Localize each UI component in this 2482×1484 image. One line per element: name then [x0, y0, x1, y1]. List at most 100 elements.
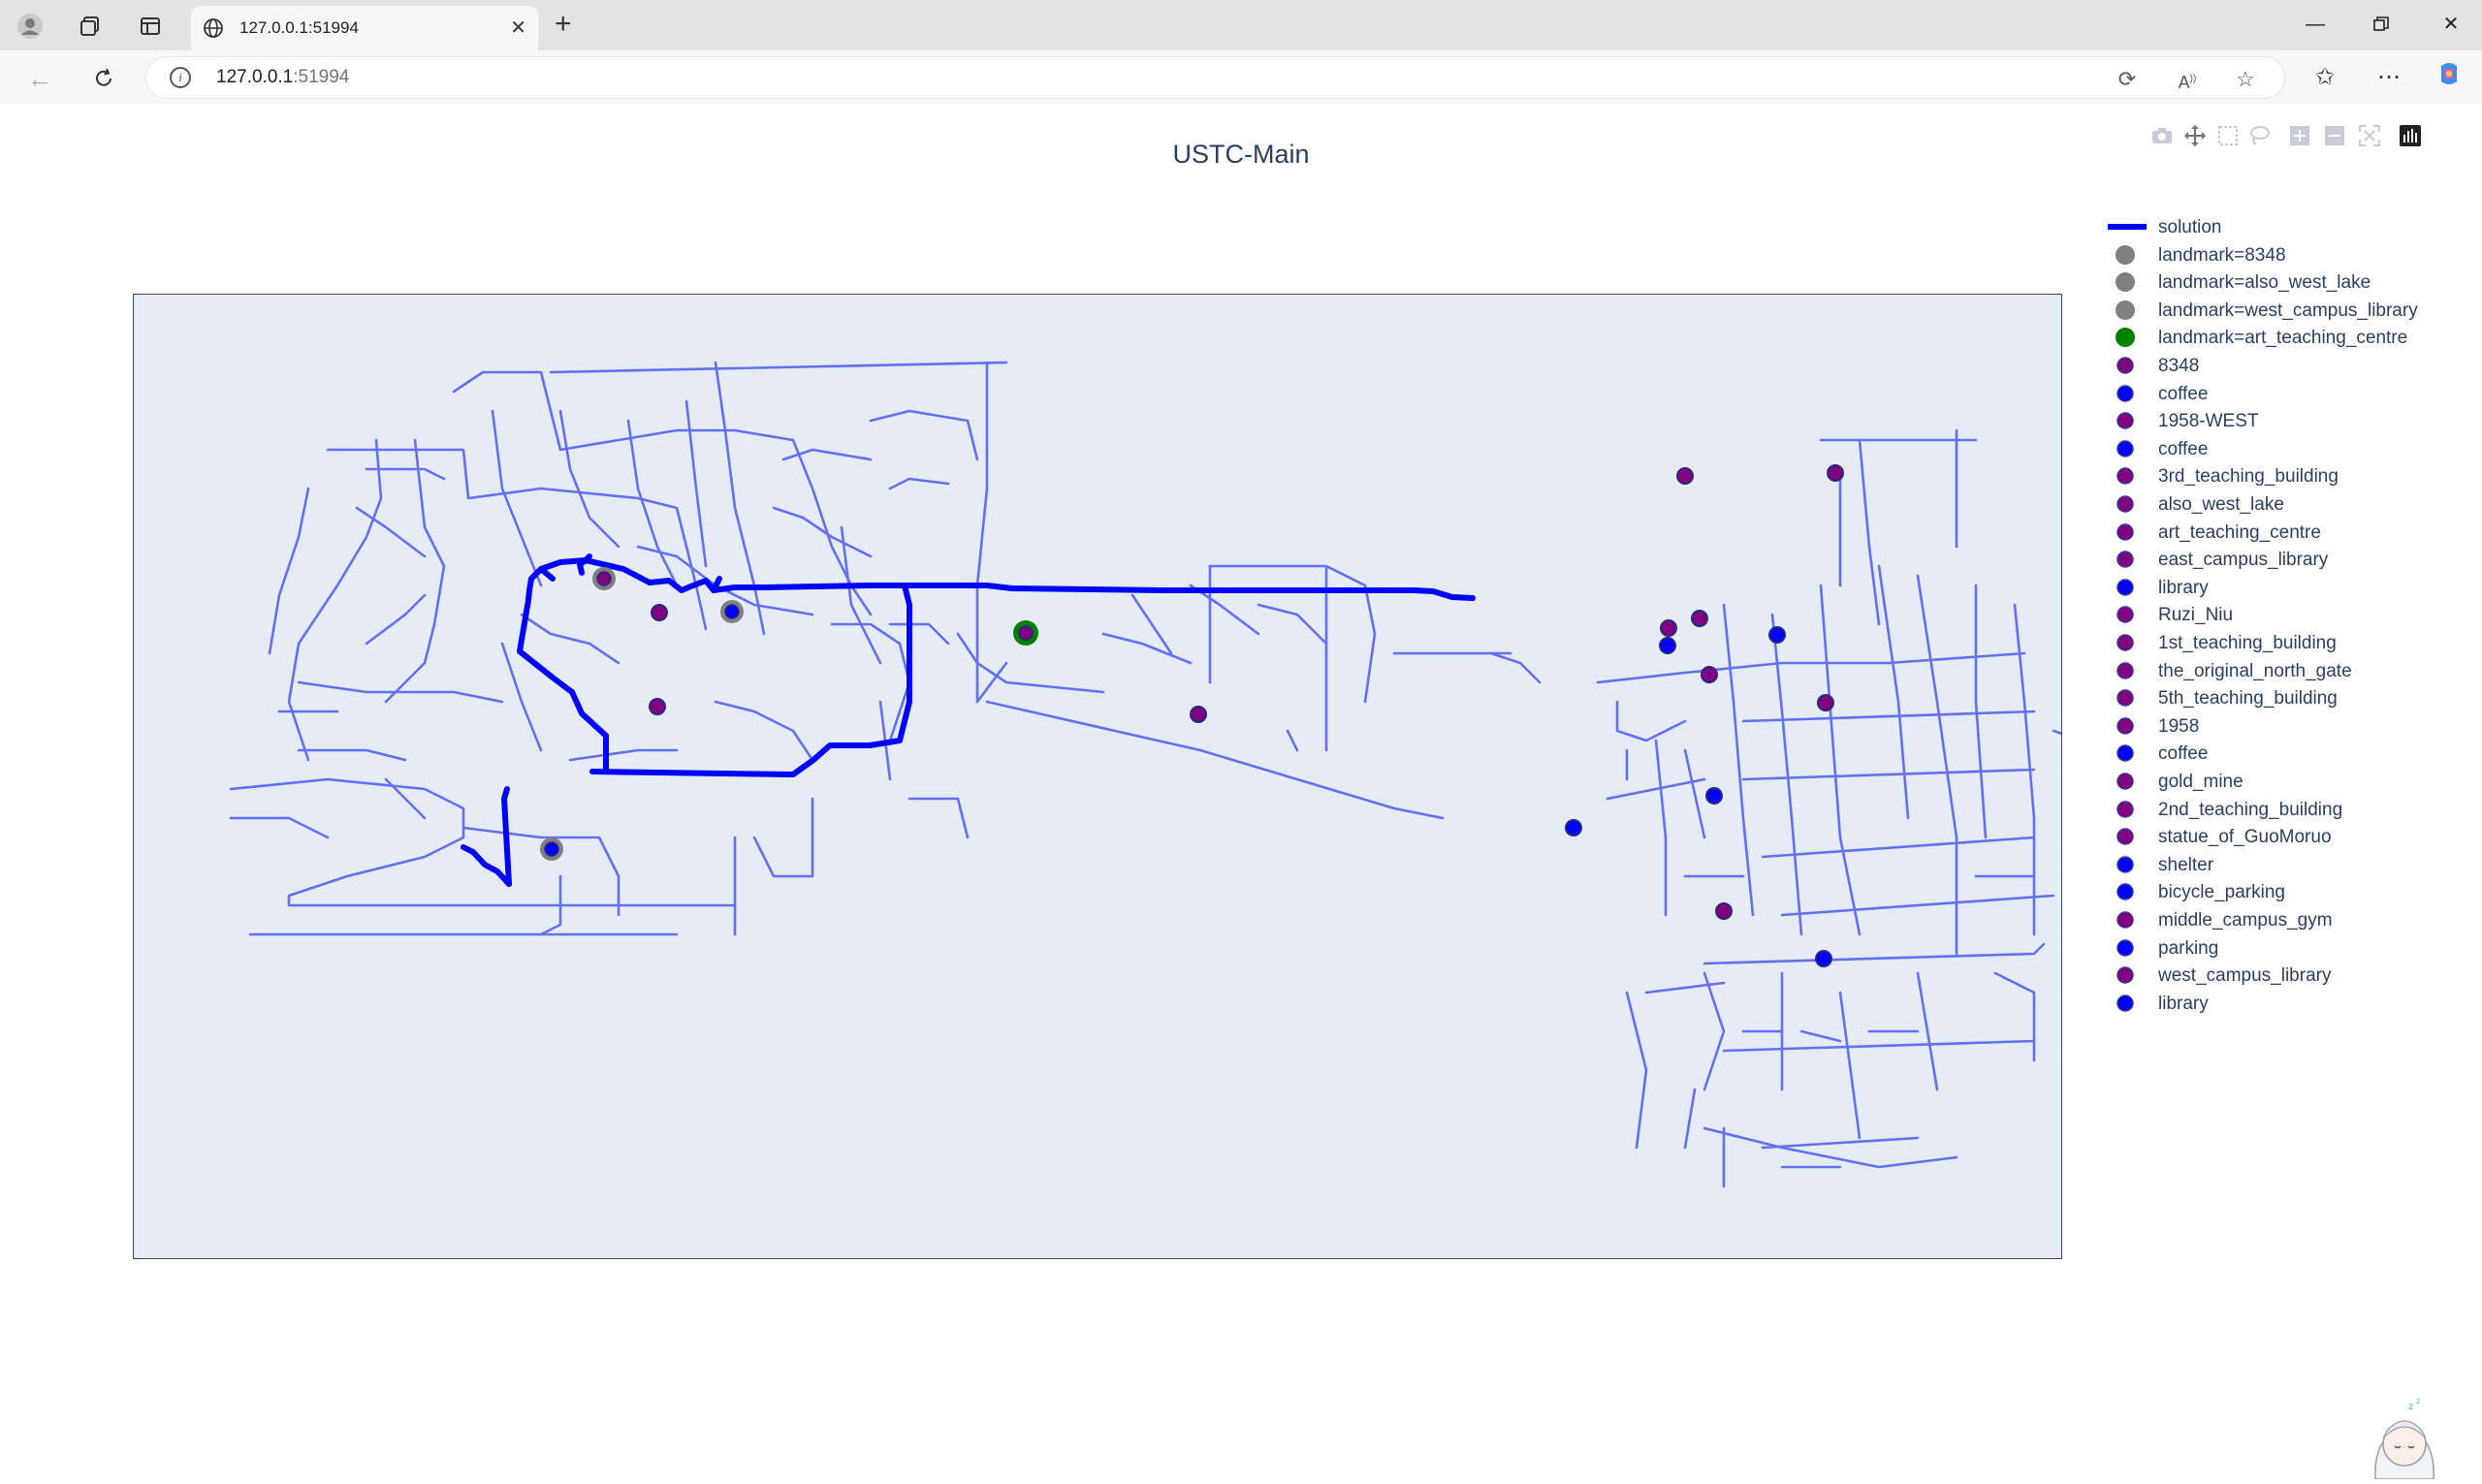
- poi-marker[interactable]: [1659, 637, 1676, 654]
- legend-dot-icon: [2116, 328, 2135, 348]
- read-aloud-icon[interactable]: A)): [2173, 65, 2202, 94]
- legend-item[interactable]: parking: [2104, 934, 2472, 962]
- legend-item[interactable]: 2nd_teaching_building: [2104, 796, 2472, 823]
- poi-marker[interactable]: [1817, 694, 1834, 711]
- legend-item[interactable]: east_campus_library: [2104, 546, 2472, 573]
- road-segment: [1257, 603, 1328, 646]
- poi-marker[interactable]: [1705, 787, 1723, 805]
- poi-marker[interactable]: [1660, 619, 1677, 637]
- zoom-in-icon[interactable]: [2286, 122, 2313, 149]
- legend-item[interactable]: 3rd_teaching_building: [2104, 462, 2472, 489]
- legend-item[interactable]: coffee: [2104, 740, 2472, 767]
- favorite-star-icon[interactable]: ☆: [2231, 65, 2260, 94]
- legend-dot-icon: [2116, 800, 2134, 818]
- road-segment: [1596, 651, 2026, 684]
- legend-item[interactable]: landmark=also_west_lake: [2104, 268, 2472, 296]
- restore-icon[interactable]: [2362, 10, 2401, 39]
- legend-item[interactable]: 1st_teaching_building: [2104, 629, 2472, 656]
- road-segment: [1722, 1039, 2036, 1053]
- site-info-icon[interactable]: i: [170, 67, 191, 88]
- legend-item[interactable]: 1958: [2104, 712, 2472, 740]
- legend-item[interactable]: middle_campus_gym: [2104, 906, 2472, 933]
- legend-item[interactable]: coffee: [2104, 380, 2472, 407]
- legend-item[interactable]: art_teaching_centre: [2104, 519, 2472, 546]
- legend-item[interactable]: west_campus_library: [2104, 962, 2472, 989]
- legend-item[interactable]: solution: [2104, 213, 2472, 240]
- copilot-icon[interactable]: [2432, 60, 2466, 95]
- poi-marker[interactable]: [1676, 467, 1694, 485]
- close-window-icon[interactable]: ✕: [2432, 10, 2470, 39]
- legend-item[interactable]: the_original_north_gate: [2104, 657, 2472, 684]
- poi-marker[interactable]: [540, 837, 563, 861]
- plot-area[interactable]: [133, 294, 2062, 1259]
- legend-item[interactable]: landmark=art_teaching_centre: [2104, 324, 2472, 351]
- road-segment: [2052, 729, 2061, 736]
- legend-item[interactable]: landmark=west_campus_library: [2104, 297, 2472, 324]
- poi-marker[interactable]: [1827, 464, 1844, 482]
- lasso-icon[interactable]: [2245, 122, 2273, 149]
- favorites-icon[interactable]: ✩: [2307, 60, 2342, 95]
- road-segment: [549, 361, 1008, 374]
- legend-item[interactable]: gold_mine: [2104, 768, 2472, 795]
- solution-segment: [517, 557, 652, 774]
- more-menu-icon[interactable]: ⋯: [2371, 60, 2406, 95]
- new-tab-icon[interactable]: +: [555, 10, 572, 39]
- vertical-tabs-icon[interactable]: [134, 10, 167, 43]
- back-icon[interactable]: ←: [23, 62, 56, 95]
- plotly-logo-icon[interactable]: [2397, 122, 2424, 149]
- campus-road-map[interactable]: [134, 295, 2061, 1258]
- close-tab-icon[interactable]: ✕: [510, 16, 526, 40]
- poi-marker[interactable]: [720, 600, 744, 623]
- legend-item[interactable]: library: [2104, 574, 2472, 601]
- app-available-icon[interactable]: ⟳: [2113, 65, 2142, 94]
- camera-icon[interactable]: [2148, 122, 2176, 149]
- legend-item[interactable]: bicycle_parking: [2104, 878, 2472, 905]
- poi-marker[interactable]: [649, 698, 666, 715]
- poi-marker[interactable]: [592, 567, 616, 590]
- poi-marker[interactable]: [1701, 666, 1718, 683]
- poi-marker[interactable]: [1715, 902, 1733, 920]
- poi-marker[interactable]: [651, 604, 668, 621]
- legend-item[interactable]: shelter: [2104, 851, 2472, 878]
- legend-item[interactable]: 1958-WEST: [2104, 407, 2472, 434]
- legend-item[interactable]: statue_of_GuoMoruo: [2104, 823, 2472, 850]
- legend-label: 3rd_teaching_building: [2158, 466, 2339, 488]
- legend-item[interactable]: library: [2104, 990, 2472, 1017]
- legend-label: landmark=west_campus_library: [2158, 300, 2418, 321]
- legend-item[interactable]: Ruzi_Niu: [2104, 601, 2472, 628]
- browser-tab-strip: 127.0.0.1:51994 ✕ + — ✕: [0, 0, 2482, 50]
- poi-marker[interactable]: [1190, 706, 1207, 723]
- legend-item[interactable]: also_west_lake: [2104, 490, 2472, 518]
- url-field[interactable]: i 127.0.0.1:51994 ⟳ A)) ☆: [145, 56, 2285, 99]
- svg-text:z: z: [2416, 1397, 2420, 1405]
- poi-marker[interactable]: [1815, 950, 1832, 967]
- legend-item[interactable]: coffee: [2104, 435, 2472, 462]
- zoom-out-icon[interactable]: [2321, 122, 2348, 149]
- autoscale-icon[interactable]: [2356, 122, 2383, 149]
- box-select-icon[interactable]: [2214, 122, 2242, 149]
- poi-marker[interactable]: [1768, 626, 1786, 644]
- legend-label: landmark=art_teaching_centre: [2158, 328, 2408, 349]
- road-segment: [975, 361, 989, 704]
- legend-dot-icon: [2116, 467, 2134, 486]
- legend-item[interactable]: 8348: [2104, 352, 2472, 379]
- legend-item[interactable]: 5th_teaching_building: [2104, 684, 2472, 711]
- poi-marker[interactable]: [1565, 819, 1582, 837]
- road-segment: [1877, 564, 1910, 820]
- road-segment: [1741, 710, 2036, 723]
- road-segment: [1858, 438, 1881, 626]
- pan-icon[interactable]: [2181, 122, 2209, 149]
- workspaces-icon[interactable]: [74, 10, 107, 43]
- legend-label: 2nd_teaching_building: [2158, 799, 2343, 820]
- refresh-icon[interactable]: [87, 62, 120, 95]
- road-segment: [1702, 942, 2046, 965]
- tab-title: 127.0.0.1:51994: [239, 18, 359, 37]
- poi-marker[interactable]: [1013, 620, 1038, 646]
- minimize-icon[interactable]: —: [2296, 10, 2335, 39]
- active-tab[interactable]: 127.0.0.1:51994 ✕: [191, 6, 538, 50]
- url-port: :51994: [293, 67, 350, 87]
- legend-item[interactable]: landmark=8348: [2104, 241, 2472, 268]
- poi-marker[interactable]: [1691, 610, 1708, 627]
- legend-label: the_original_north_gate: [2158, 660, 2352, 681]
- profile-icon[interactable]: [14, 10, 47, 43]
